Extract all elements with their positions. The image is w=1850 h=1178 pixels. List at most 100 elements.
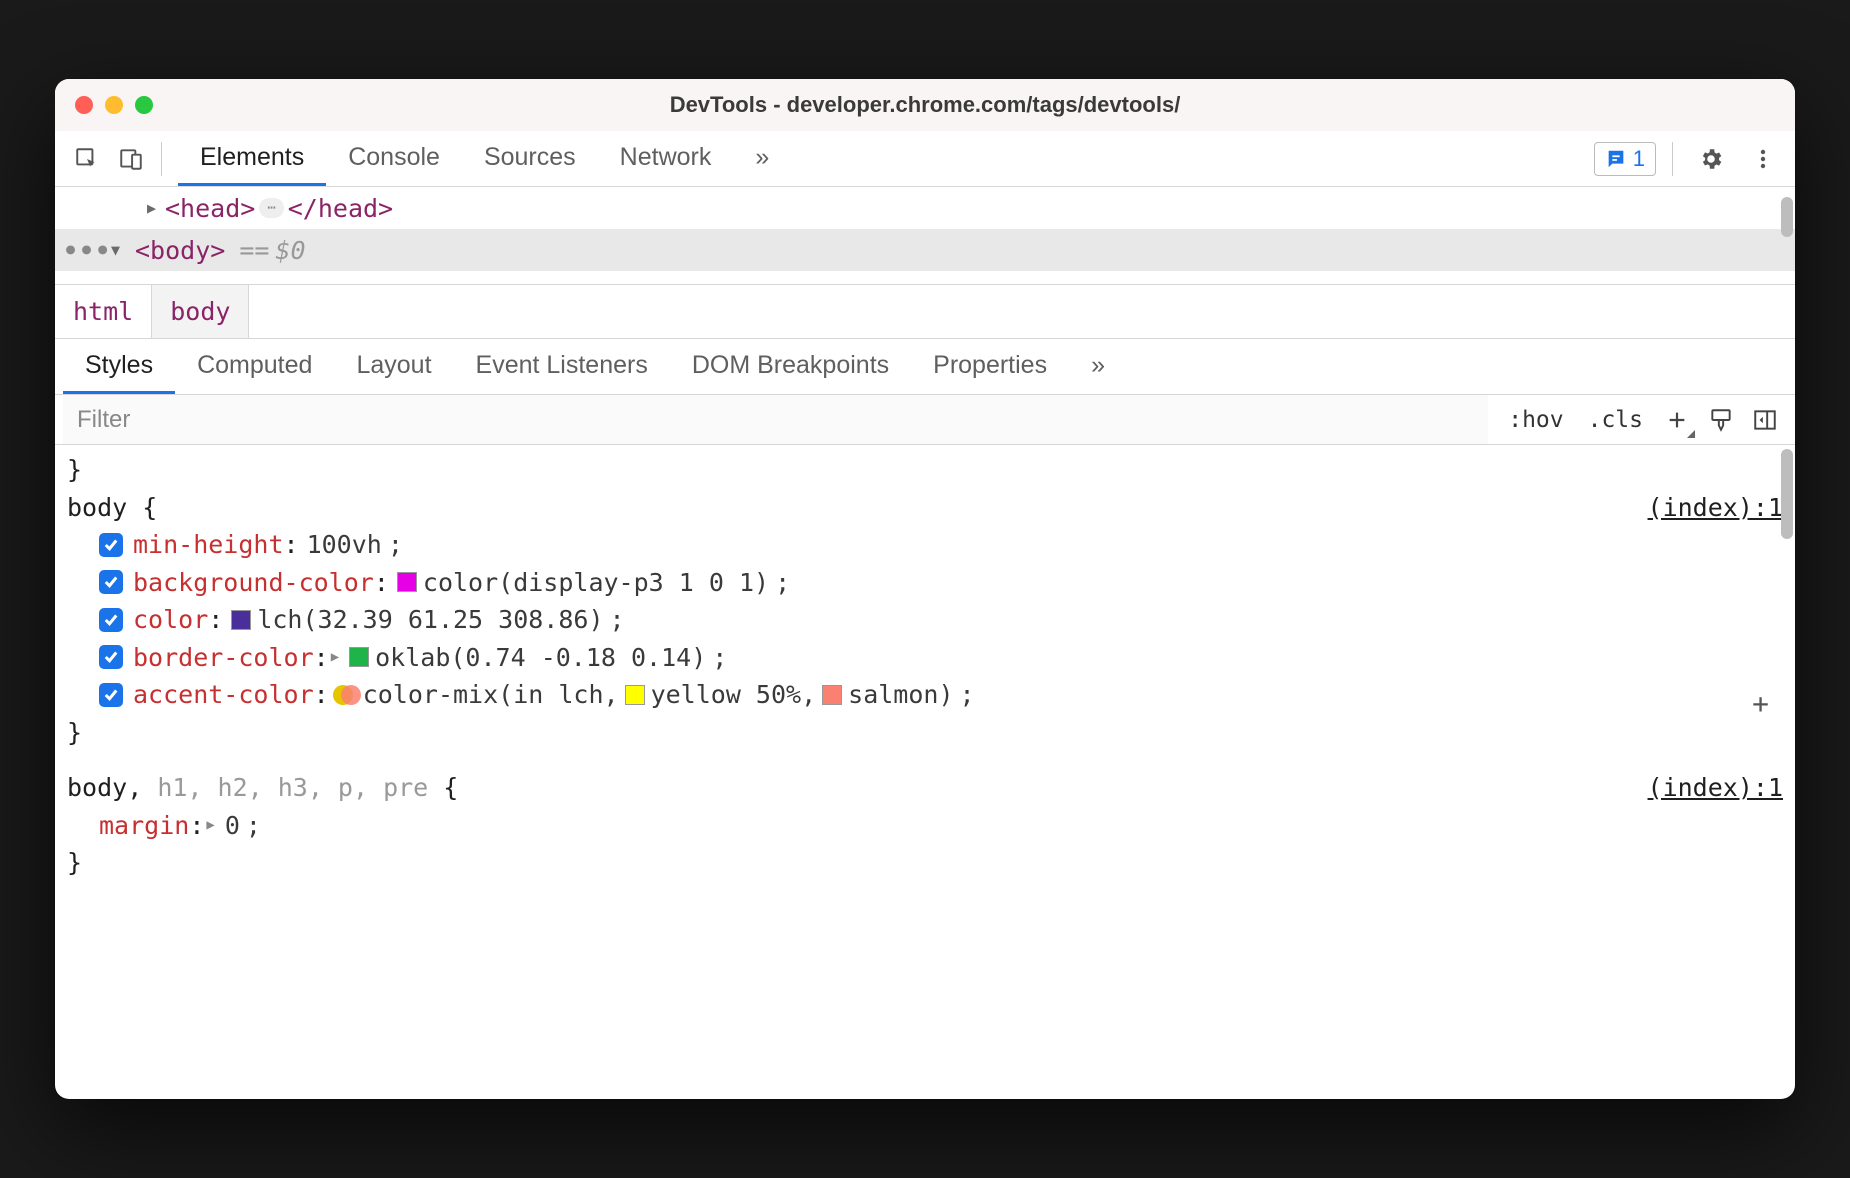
style-rule: body, h1, h2, h3, p, pre { (index):1 margi… (67, 769, 1783, 882)
property-value[interactable]: color(display-p3 1 0 1); (397, 564, 790, 602)
style-declaration[interactable]: margin:▶0; (67, 807, 1783, 845)
scrollbar-thumb[interactable] (1781, 449, 1793, 539)
dom-tag-open: <head> (165, 194, 255, 223)
property-checkbox[interactable] (99, 608, 123, 632)
color-mix-swatch[interactable] (337, 685, 357, 705)
tab-console[interactable]: Console (326, 131, 462, 186)
dom-tag-open: <body> (135, 236, 225, 265)
dom-cutoff (55, 271, 1795, 285)
subtab-styles[interactable]: Styles (63, 339, 175, 394)
property-checkbox[interactable] (99, 533, 123, 557)
value-text: 100vh (307, 526, 382, 564)
styles-filter-bar: :hov .cls (55, 395, 1795, 445)
titlebar: DevTools - developer.chrome.com/tags/dev… (55, 79, 1795, 131)
maximize-window-button[interactable] (135, 96, 153, 114)
value-text: color-mix(in lch, (363, 676, 619, 714)
value-text: salmon) (848, 676, 953, 714)
property-value[interactable]: lch(32.39 61.25 308.86); (231, 601, 624, 639)
dom-tree[interactable]: ▶ <head> ⋯ </head> ••• ▼ <body> == $0 (55, 187, 1795, 285)
breadcrumb: html body (55, 285, 1795, 339)
dom-node-body[interactable]: ••• ▼ <body> == $0 (55, 229, 1795, 271)
rule-close-brace: } (67, 844, 1783, 882)
styles-pane[interactable]: }body {(index):1min-height:100vh;backgro… (55, 445, 1795, 1099)
devtools-window: DevTools - developer.chrome.com/tags/dev… (55, 79, 1795, 1099)
tab-elements[interactable]: Elements (178, 131, 326, 186)
tabs-overflow-button[interactable]: » (733, 131, 791, 186)
minimize-window-button[interactable] (105, 96, 123, 114)
style-rule: body { (index):1min-height:100vh;backgrou… (67, 489, 1783, 752)
property-checkbox[interactable] (99, 683, 123, 707)
property-name[interactable]: background-color (133, 564, 374, 602)
subtab-dom-breakpoints[interactable]: DOM Breakpoints (670, 339, 911, 394)
close-window-button[interactable] (75, 96, 93, 114)
dom-actions-icon[interactable]: ••• (63, 236, 111, 265)
rule-selector[interactable]: body, h1, h2, h3, p, pre { (67, 769, 458, 807)
property-name[interactable]: min-height (133, 526, 284, 564)
value-text: yellow 50%, (651, 676, 817, 714)
settings-icon[interactable] (1689, 137, 1733, 181)
value-text: oklab(0.74 -0.18 0.14) (375, 639, 706, 677)
rule-close-brace: } (67, 714, 1783, 752)
collapsed-icon[interactable]: ⋯ (259, 198, 283, 218)
expand-icon[interactable]: ▶ (147, 199, 156, 217)
paint-brush-icon[interactable] (1699, 398, 1743, 442)
style-declaration[interactable]: border-color:▶oklab(0.74 -0.18 0.14); (67, 639, 1783, 677)
more-icon[interactable] (1741, 137, 1785, 181)
tab-sources[interactable]: Sources (462, 131, 598, 186)
property-checkbox[interactable] (99, 570, 123, 594)
crumb-html[interactable]: html (55, 285, 151, 338)
add-declaration-button[interactable]: + (1752, 683, 1769, 725)
dom-dollar: $0 (275, 236, 305, 265)
property-value[interactable]: 100vh; (307, 526, 403, 564)
subtab-computed[interactable]: Computed (175, 339, 334, 394)
traffic-lights (75, 96, 153, 114)
expand-shorthand-icon[interactable]: ▶ (331, 647, 339, 668)
issue-count: 1 (1633, 146, 1645, 172)
scrollbar-thumb[interactable] (1781, 197, 1793, 237)
property-value[interactable]: 0; (225, 807, 261, 845)
style-declaration[interactable]: min-height:100vh; (67, 526, 1783, 564)
color-swatch[interactable] (231, 610, 251, 630)
issue-icon (1605, 148, 1627, 170)
subtab-layout[interactable]: Layout (334, 339, 453, 394)
color-swatch[interactable] (349, 647, 369, 667)
styles-filter-input[interactable] (63, 395, 1488, 444)
computed-toggle-icon[interactable] (1743, 398, 1787, 442)
style-declaration[interactable]: background-color:color(display-p3 1 0 1)… (67, 564, 1783, 602)
rule-selector[interactable]: body { (67, 489, 157, 527)
property-name[interactable]: accent-color (133, 676, 314, 714)
subtabs-overflow-button[interactable]: » (1069, 339, 1127, 394)
separator (1672, 142, 1673, 176)
property-checkbox[interactable] (99, 645, 123, 669)
expand-icon[interactable]: ▼ (111, 241, 120, 259)
subtab-event-listeners[interactable]: Event Listeners (454, 339, 670, 394)
issues-button[interactable]: 1 (1594, 142, 1656, 176)
hov-button[interactable]: :hov (1496, 407, 1575, 433)
color-swatch[interactable] (625, 685, 645, 705)
device-toggle-icon[interactable] (109, 137, 153, 181)
styles-subtabs: Styles Computed Layout Event Listeners D… (55, 339, 1795, 395)
property-name[interactable]: margin (99, 807, 189, 845)
tab-network[interactable]: Network (598, 131, 734, 186)
cls-button[interactable]: .cls (1576, 407, 1655, 433)
dom-tag-close: </head> (288, 194, 393, 223)
style-declaration[interactable]: accent-color:color-mix(in lch, yellow 50… (67, 676, 1783, 714)
style-declaration[interactable]: color:lch(32.39 61.25 308.86); (67, 601, 1783, 639)
property-value[interactable]: oklab(0.74 -0.18 0.14); (349, 639, 727, 677)
toolbar-right: 1 (1594, 137, 1785, 181)
new-style-rule-button[interactable] (1655, 398, 1699, 442)
dom-node-head[interactable]: ▶ <head> ⋯ </head> (55, 187, 1795, 229)
subtab-properties[interactable]: Properties (911, 339, 1069, 394)
main-tabs: Elements Console Sources Network » (178, 131, 791, 186)
window-title: DevTools - developer.chrome.com/tags/dev… (55, 92, 1795, 118)
rule-source-link[interactable]: (index):1 (1648, 769, 1783, 807)
crumb-body[interactable]: body (151, 285, 249, 338)
property-value[interactable]: color-mix(in lch, yellow 50%, salmon); (337, 676, 975, 714)
property-name[interactable]: border-color (133, 639, 314, 677)
expand-shorthand-icon[interactable]: ▶ (206, 815, 214, 836)
inspect-element-icon[interactable] (65, 137, 109, 181)
color-swatch[interactable] (397, 572, 417, 592)
rule-source-link[interactable]: (index):1 (1648, 489, 1783, 527)
property-name[interactable]: color (133, 601, 208, 639)
color-swatch[interactable] (822, 685, 842, 705)
